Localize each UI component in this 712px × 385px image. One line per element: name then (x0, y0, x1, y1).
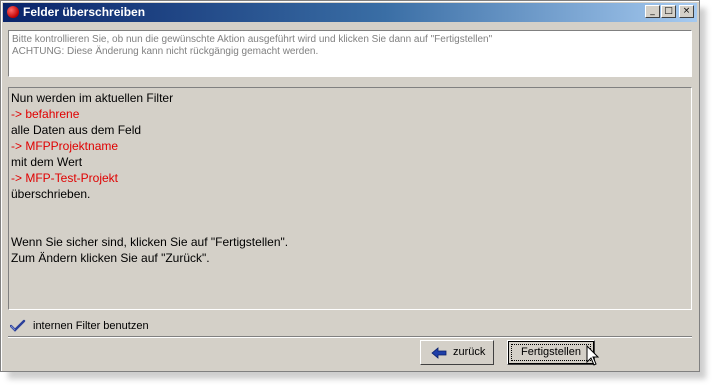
summary-line: überschrieben. (11, 187, 91, 201)
instruction-box: Bitte kontrollieren Sie, ob nun die gewü… (8, 30, 692, 77)
summary-line: Wenn Sie sicher sind, klicken Sie auf "F… (11, 235, 289, 249)
maximize-button[interactable]: □ (661, 5, 676, 18)
finish-button-label: Fertigstellen (521, 346, 581, 358)
new-value: -> MFP-Test-Projekt (11, 171, 119, 185)
minimize-button[interactable]: _ (645, 5, 660, 18)
filter-value: -> befahrene (11, 107, 80, 121)
mouse-cursor-icon (586, 345, 600, 366)
back-button-label: zurück (453, 346, 486, 358)
back-button[interactable]: zurück (420, 340, 494, 365)
warning-text: ACHTUNG: Diese Änderung kann nicht rückg… (12, 46, 319, 57)
summary-panel: Nun werden im aktuellen Filter -> befahr… (8, 87, 692, 310)
summary-line: mit dem Wert (11, 155, 83, 169)
window-title: Felder überschreiben (23, 5, 146, 19)
summary-line: alle Daten aus dem Feld (11, 123, 142, 137)
wizard-window: Felder überschreiben _ □ × Bitte kontrol… (0, 0, 700, 372)
finish-button[interactable]: Fertigstellen (507, 340, 595, 365)
summary-line: Nun werden im aktuellen Filter (11, 91, 174, 105)
summary-line: Zum Ändern klicken Sie auf "Zurück". (11, 251, 210, 265)
internal-filter-checkbox[interactable] (10, 319, 26, 333)
instruction-text: Bitte kontrollieren Sie, ob nun die gewü… (12, 34, 493, 45)
internal-filter-label[interactable]: internen Filter benutzen (33, 320, 149, 333)
title-bar[interactable]: Felder überschreiben _ □ × (3, 3, 697, 22)
arrow-left-icon (431, 347, 447, 359)
field-value: -> MFPProjektname (11, 139, 119, 153)
app-icon (7, 6, 19, 18)
close-button[interactable]: × (679, 5, 694, 18)
